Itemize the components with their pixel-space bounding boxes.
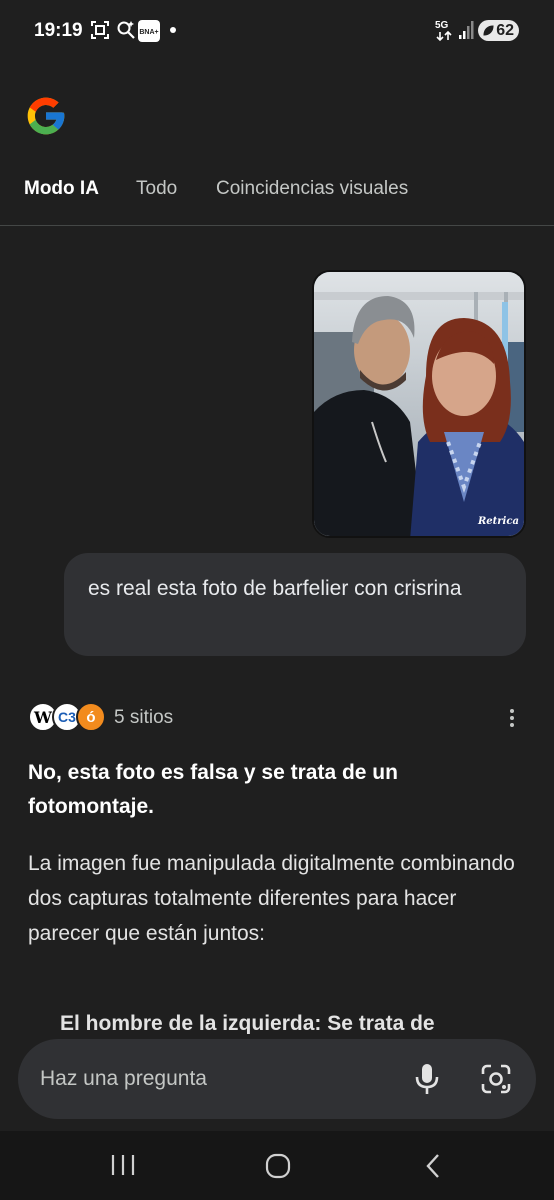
- screenshot-icon: [91, 21, 109, 39]
- signal-icon: [459, 21, 474, 39]
- bna-app-icon: BNA+: [138, 20, 160, 42]
- answer-body: La imagen fue manipulada digitalmente co…: [28, 852, 515, 945]
- answer-headline: No, esta foto es falsa y se trata de un …: [28, 761, 398, 818]
- battery-indicator: 62: [478, 20, 519, 41]
- search-sparkle-icon: [117, 21, 135, 39]
- more-options-icon[interactable]: [500, 706, 524, 730]
- search-tabs: Modo IA Todo Coincidencias visuales: [0, 168, 554, 226]
- home-icon[interactable]: [265, 1153, 291, 1179]
- network-5g-icon: 5G: [435, 20, 452, 42]
- tab-coincidencias-visuales[interactable]: Coincidencias visuales: [216, 178, 408, 200]
- user-query-bubble: es real esta foto de barfelier con crisr…: [64, 553, 526, 656]
- google-lens-icon[interactable]: [480, 1063, 512, 1095]
- answer-bullet-partial: El hombre de la izquierda: Se trata de: [60, 1004, 520, 1034]
- status-bar: 19:19 BNA+ 5G 62: [0, 0, 554, 60]
- back-icon[interactable]: [424, 1153, 442, 1179]
- google-logo[interactable]: [24, 94, 68, 138]
- tab-todo[interactable]: Todo: [136, 178, 177, 200]
- recent-apps-icon[interactable]: [110, 1153, 136, 1177]
- ask-bar: [18, 1039, 536, 1119]
- battery-level: 62: [496, 21, 514, 39]
- photo-image: Retrica: [314, 272, 524, 536]
- sources-count[interactable]: 5 sitios: [114, 707, 173, 729]
- tab-modo-ia[interactable]: Modo IA: [24, 178, 99, 200]
- notification-dot: [170, 27, 176, 33]
- orange-site-icon: ó: [76, 702, 106, 732]
- status-time: 19:19: [34, 20, 83, 41]
- network-label: 5G: [435, 20, 449, 31]
- answer-bullet-text: El hombre de la izquierda: Se trata de: [60, 1012, 435, 1034]
- retrica-watermark: Retrica: [477, 516, 519, 527]
- user-query-text: es real esta foto de barfelier con crisr…: [88, 577, 462, 600]
- leaf-icon: [483, 25, 494, 36]
- ask-input[interactable]: [40, 1063, 400, 1095]
- mic-icon[interactable]: [414, 1063, 440, 1095]
- bna-label: BNA+: [139, 29, 158, 36]
- system-navigation-bar: [0, 1131, 554, 1200]
- uploaded-photo[interactable]: Retrica: [312, 270, 526, 538]
- sources-row[interactable]: W C3 ó 5 sitios: [28, 702, 528, 734]
